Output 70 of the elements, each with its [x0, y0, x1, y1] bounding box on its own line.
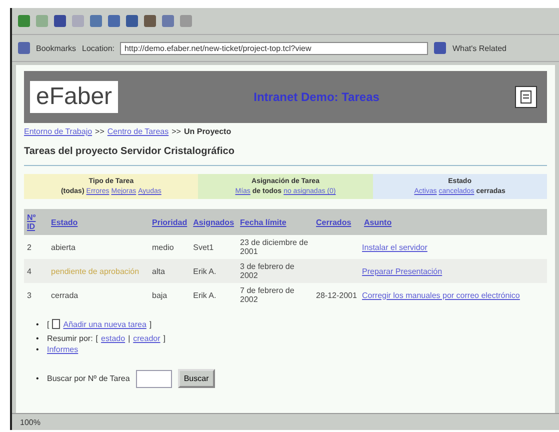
subject-link[interactable]: Instalar el servidor — [362, 242, 428, 252]
summary-link[interactable]: creador — [133, 334, 160, 343]
bullet: • — [36, 374, 40, 383]
separator-text: | — [128, 334, 130, 343]
section-heading: Tareas del proyecto Servidor Cristalográfico — [24, 140, 547, 166]
toolbar-icon[interactable] — [162, 15, 174, 27]
column-header[interactable]: Nº ID — [24, 209, 48, 235]
toolbar-icon[interactable] — [90, 15, 102, 27]
summary-label: Resumir por: — [47, 334, 93, 343]
related-icon[interactable] — [434, 42, 446, 54]
summary-link[interactable]: estado — [101, 334, 126, 343]
add-task-link[interactable]: Añadir una nueva tarea — [63, 320, 146, 328]
toolbar-icon[interactable] — [108, 15, 120, 27]
table-cell: Svet1 — [190, 235, 238, 259]
subject-link[interactable]: Corregir los manuales por correo electrónico — [362, 290, 520, 300]
bookmarks-button[interactable]: Bookmarks — [36, 44, 76, 52]
column-header[interactable]: Prioridad — [149, 209, 190, 235]
bracket-text: [ — [47, 320, 50, 328]
breadcrumb-text: >> — [95, 127, 104, 136]
bracket-text: ] — [163, 334, 166, 343]
table-cell: 4 — [24, 259, 48, 283]
logo: eFaber — [30, 81, 118, 113]
breadcrumb-text: >> — [172, 127, 181, 136]
status-cell: pendiente de aprobación — [48, 259, 149, 283]
toolbar-icon[interactable] — [180, 15, 192, 27]
table-cell: Erik A. — [190, 283, 238, 307]
toolbar-icon[interactable] — [144, 15, 156, 27]
column-header[interactable]: Fecha límite — [237, 209, 314, 235]
search-label: Buscar por Nº de Tarea — [47, 374, 130, 383]
document-icon — [52, 319, 60, 329]
bracket-text: [ — [96, 334, 98, 343]
status-cell: cerrada — [48, 283, 149, 307]
reports-link[interactable]: Informes — [47, 345, 78, 354]
table-cell: alta — [149, 259, 190, 283]
breadcrumb-text: Un Proyecto — [184, 127, 232, 136]
breadcrumb-link[interactable]: Centro de Tareas — [107, 127, 169, 136]
column-header[interactable]: Asignados — [190, 209, 238, 235]
toolbar-icon[interactable] — [72, 15, 84, 27]
table-cell: Erik A. — [190, 259, 238, 283]
toolbar-icon[interactable] — [18, 15, 30, 27]
table-cell: 3 de febrero de 2002 — [237, 259, 314, 283]
bullet: • — [36, 334, 40, 343]
table-cell: 2 — [24, 235, 48, 259]
table-cell: 3 — [24, 283, 48, 307]
document-icon[interactable] — [515, 86, 537, 108]
bullet: • — [36, 320, 40, 328]
bookmark-icon[interactable] — [18, 42, 30, 54]
table-cell: 7 de febrero de 2002 — [237, 283, 314, 307]
bullet: • — [36, 345, 40, 354]
toolbar-icon[interactable] — [54, 15, 66, 27]
column-header[interactable]: Cerrados — [313, 209, 362, 235]
table-cell: medio — [149, 235, 190, 259]
toolbar-icon[interactable] — [36, 15, 48, 27]
column-header[interactable]: Asunto — [361, 209, 547, 235]
location-label: Location: — [82, 44, 114, 52]
task-number-field[interactable] — [136, 370, 172, 388]
url-field[interactable]: http://demo.efaber.net/new-ticket/project-top.tcl?view — [120, 42, 428, 54]
table-cell: 23 de diciembre de 2001 — [237, 235, 314, 259]
related-button[interactable]: What's Related — [452, 44, 506, 52]
page-title: Intranet Demo: Tareas — [252, 90, 380, 104]
bracket-text: ] — [149, 320, 152, 328]
column-header[interactable]: Estado — [48, 209, 149, 235]
status-cell: abierta — [48, 235, 149, 259]
subject-link[interactable]: Preparar Presentación — [362, 266, 442, 276]
search-button[interactable]: Buscar — [178, 369, 215, 388]
zoom-level: 100% — [20, 418, 40, 426]
toolbar-icon[interactable] — [126, 15, 138, 27]
table-cell: 28-12-2001 — [313, 283, 362, 307]
table-cell: baja — [149, 283, 190, 307]
breadcrumb-link[interactable]: Entorno de Trabajo — [24, 127, 92, 136]
